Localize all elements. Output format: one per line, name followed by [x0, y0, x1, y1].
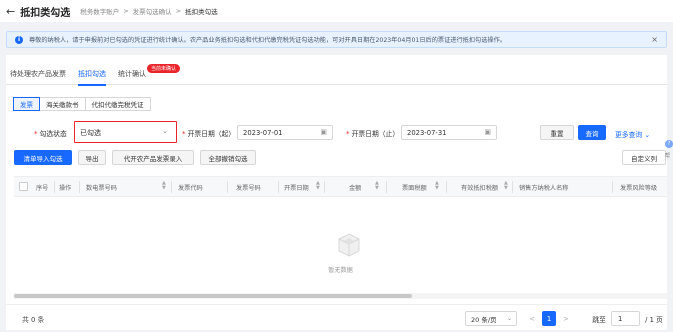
status-badge: 当前未确认 — [146, 64, 180, 73]
top-bar: ← 抵扣类勾选 税务数字账户 > 发票勾选确认 > 抵扣类勾选 — [0, 0, 673, 22]
page-size-select[interactable]: 20 条/页 ⌄ — [465, 311, 517, 326]
calendar-icon: ▣ — [320, 128, 327, 136]
empty-box-icon — [338, 233, 360, 257]
custom-columns-button[interactable]: 自定义列 — [622, 150, 666, 165]
breadcrumb-separator: > — [123, 7, 129, 15]
subtab-withholding-certificate[interactable]: 代扣代缴完税凭证 — [84, 97, 151, 111]
total-count: 共 0 条 — [22, 316, 45, 324]
invoice-table: 序号 操作 数电票号码 ▲ ▼ 发票代码 发票号码 开票日期 ▲ ▼ 金额 ▲ ▼ 票… — [14, 176, 667, 288]
tab-stat-confirm[interactable]: 统计确认 当前未确认 — [114, 63, 180, 85]
column-header: 发票风险等级 — [620, 185, 658, 192]
table-header: 序号 操作 数电票号码 ▲ ▼ 发票代码 发票号码 开票日期 ▲ ▼ 金额 ▲ ▼ 票… — [14, 177, 667, 197]
subtab-customs-payment[interactable]: 海关缴款书 — [39, 97, 86, 111]
import-list-button[interactable]: 清单导入勾选 — [14, 150, 72, 165]
tab-pending-agri[interactable]: 待处理农产品发票 — [6, 63, 74, 85]
chevron-down-icon: ⌄ — [644, 131, 651, 139]
column-header: 操作 — [59, 185, 72, 192]
breadcrumb-item-current: 抵扣类勾选 — [185, 8, 218, 16]
tab-deduction-select[interactable]: 抵扣勾选 — [74, 63, 114, 86]
column-header[interactable]: 开票日期 — [284, 183, 309, 192]
breadcrumb-item-confirm[interactable]: 发票勾选确认 — [133, 6, 172, 16]
pagination-bar: 共 0 条 20 条/页 ⌄ < 1 > 跳至 1 / 1 页 — [6, 304, 667, 330]
column-header: 序号 — [36, 185, 49, 192]
column-header: 销售方纳税人名称 — [519, 185, 569, 192]
page-total: / 1 页 — [645, 315, 663, 324]
status-label: * 勾选状态 — [34, 130, 67, 138]
date-from-input[interactable]: 2023-07-01 ▣ — [237, 125, 333, 140]
select-all-checkbox[interactable] — [19, 182, 28, 191]
info-icon: i — [15, 35, 23, 44]
empty-text: 暂无数据 — [328, 267, 353, 274]
date-to-input[interactable]: 2023-07-31 ▣ — [401, 125, 497, 140]
jump-page-input[interactable]: 1 — [611, 311, 640, 326]
date-to-label: * 开票日期（止） — [346, 130, 400, 138]
close-icon[interactable]: × — [651, 35, 658, 44]
agri-invoice-entry-button[interactable]: 代开农产品发票录入 — [112, 150, 194, 165]
column-header: 发票代码 — [178, 185, 203, 192]
breadcrumb: 税务数字账户 > 发票勾选确认 > 抵扣类勾选 — [80, 6, 217, 16]
subtab-invoice[interactable]: 发票 — [13, 97, 40, 111]
subtab-group: 发票 海关缴款书 代扣代缴完税凭证 — [13, 97, 151, 111]
sort-icon[interactable]: ▲ ▼ — [435, 181, 439, 191]
side-helper-text: 帮 — [665, 153, 671, 159]
column-header[interactable]: 有效抵扣税额 — [461, 183, 498, 192]
prev-page-button[interactable]: < — [527, 311, 537, 326]
date-from-label: * 开票日期（起） — [182, 130, 236, 138]
reset-button[interactable]: 重置 — [540, 125, 574, 140]
horizontal-scrollbar[interactable] — [14, 293, 667, 299]
back-arrow-icon[interactable]: ← — [6, 5, 15, 18]
next-page-button[interactable]: > — [561, 311, 571, 326]
cancel-all-selection-button[interactable]: 全部撤销勾选 — [200, 150, 256, 165]
column-header[interactable]: 票面税额 — [402, 183, 427, 192]
sort-icon[interactable]: ▲ ▼ — [162, 181, 166, 191]
breadcrumb-item-account[interactable]: 税务数字账户 — [80, 6, 119, 16]
notice-banner: i 尊敬的纳税人，请于申报前对已勾选的凭证进行统计确认。农产品业务抵扣勾选和代扣… — [6, 31, 667, 48]
column-header: 发票号码 — [236, 185, 261, 192]
sort-icon[interactable]: ▲ ▼ — [504, 181, 508, 191]
empty-state: 暂无数据 — [14, 197, 667, 289]
scrollbar-thumb[interactable] — [14, 294, 412, 298]
column-header[interactable]: 数电票号码 — [86, 183, 117, 192]
status-select[interactable]: 已勾选 ⌄ — [74, 121, 177, 143]
filter-row: * 勾选状态 已勾选 ⌄ * 开票日期（起） 2023-07-01 ▣ * 开票… — [6, 121, 667, 143]
status-select-value: 已勾选 — [80, 129, 101, 137]
sort-icon[interactable]: ▲ ▼ — [316, 181, 320, 191]
calendar-icon: ▣ — [484, 128, 491, 136]
action-bar: 清单导入勾选 导出 代开农产品发票录入 全部撤销勾选 自定义列 — [14, 150, 667, 166]
column-header[interactable]: 金额 — [349, 183, 361, 192]
page-title: 抵扣类勾选 — [20, 7, 71, 19]
search-button[interactable]: 查询 — [578, 125, 606, 140]
jump-label: 跳至 — [592, 315, 606, 324]
page-number[interactable]: 1 — [542, 311, 556, 326]
chevron-down-icon: ⌄ — [162, 127, 168, 135]
side-helper[interactable]: ? 帮 — [665, 140, 673, 170]
help-icon[interactable]: ? — [665, 140, 673, 148]
export-button[interactable]: 导出 — [78, 150, 106, 165]
main-panel: 待处理农产品发票 抵扣勾选 统计确认 当前未确认 发票 海关缴款书 代扣代缴完税… — [6, 55, 667, 330]
sort-icon[interactable]: ▲ ▼ — [375, 181, 379, 191]
tab-bar: 待处理农产品发票 抵扣勾选 统计确认 当前未确认 — [6, 63, 667, 86]
breadcrumb-separator: > — [175, 7, 182, 15]
more-search-link[interactable]: 更多查询 ⌄ — [615, 129, 650, 139]
notice-text: 尊敬的纳税人，请于申报前对已勾选的凭证进行统计确认。农产品业务抵扣勾选和代扣代缴… — [29, 37, 506, 44]
chevron-down-icon: ⌄ — [506, 315, 512, 322]
